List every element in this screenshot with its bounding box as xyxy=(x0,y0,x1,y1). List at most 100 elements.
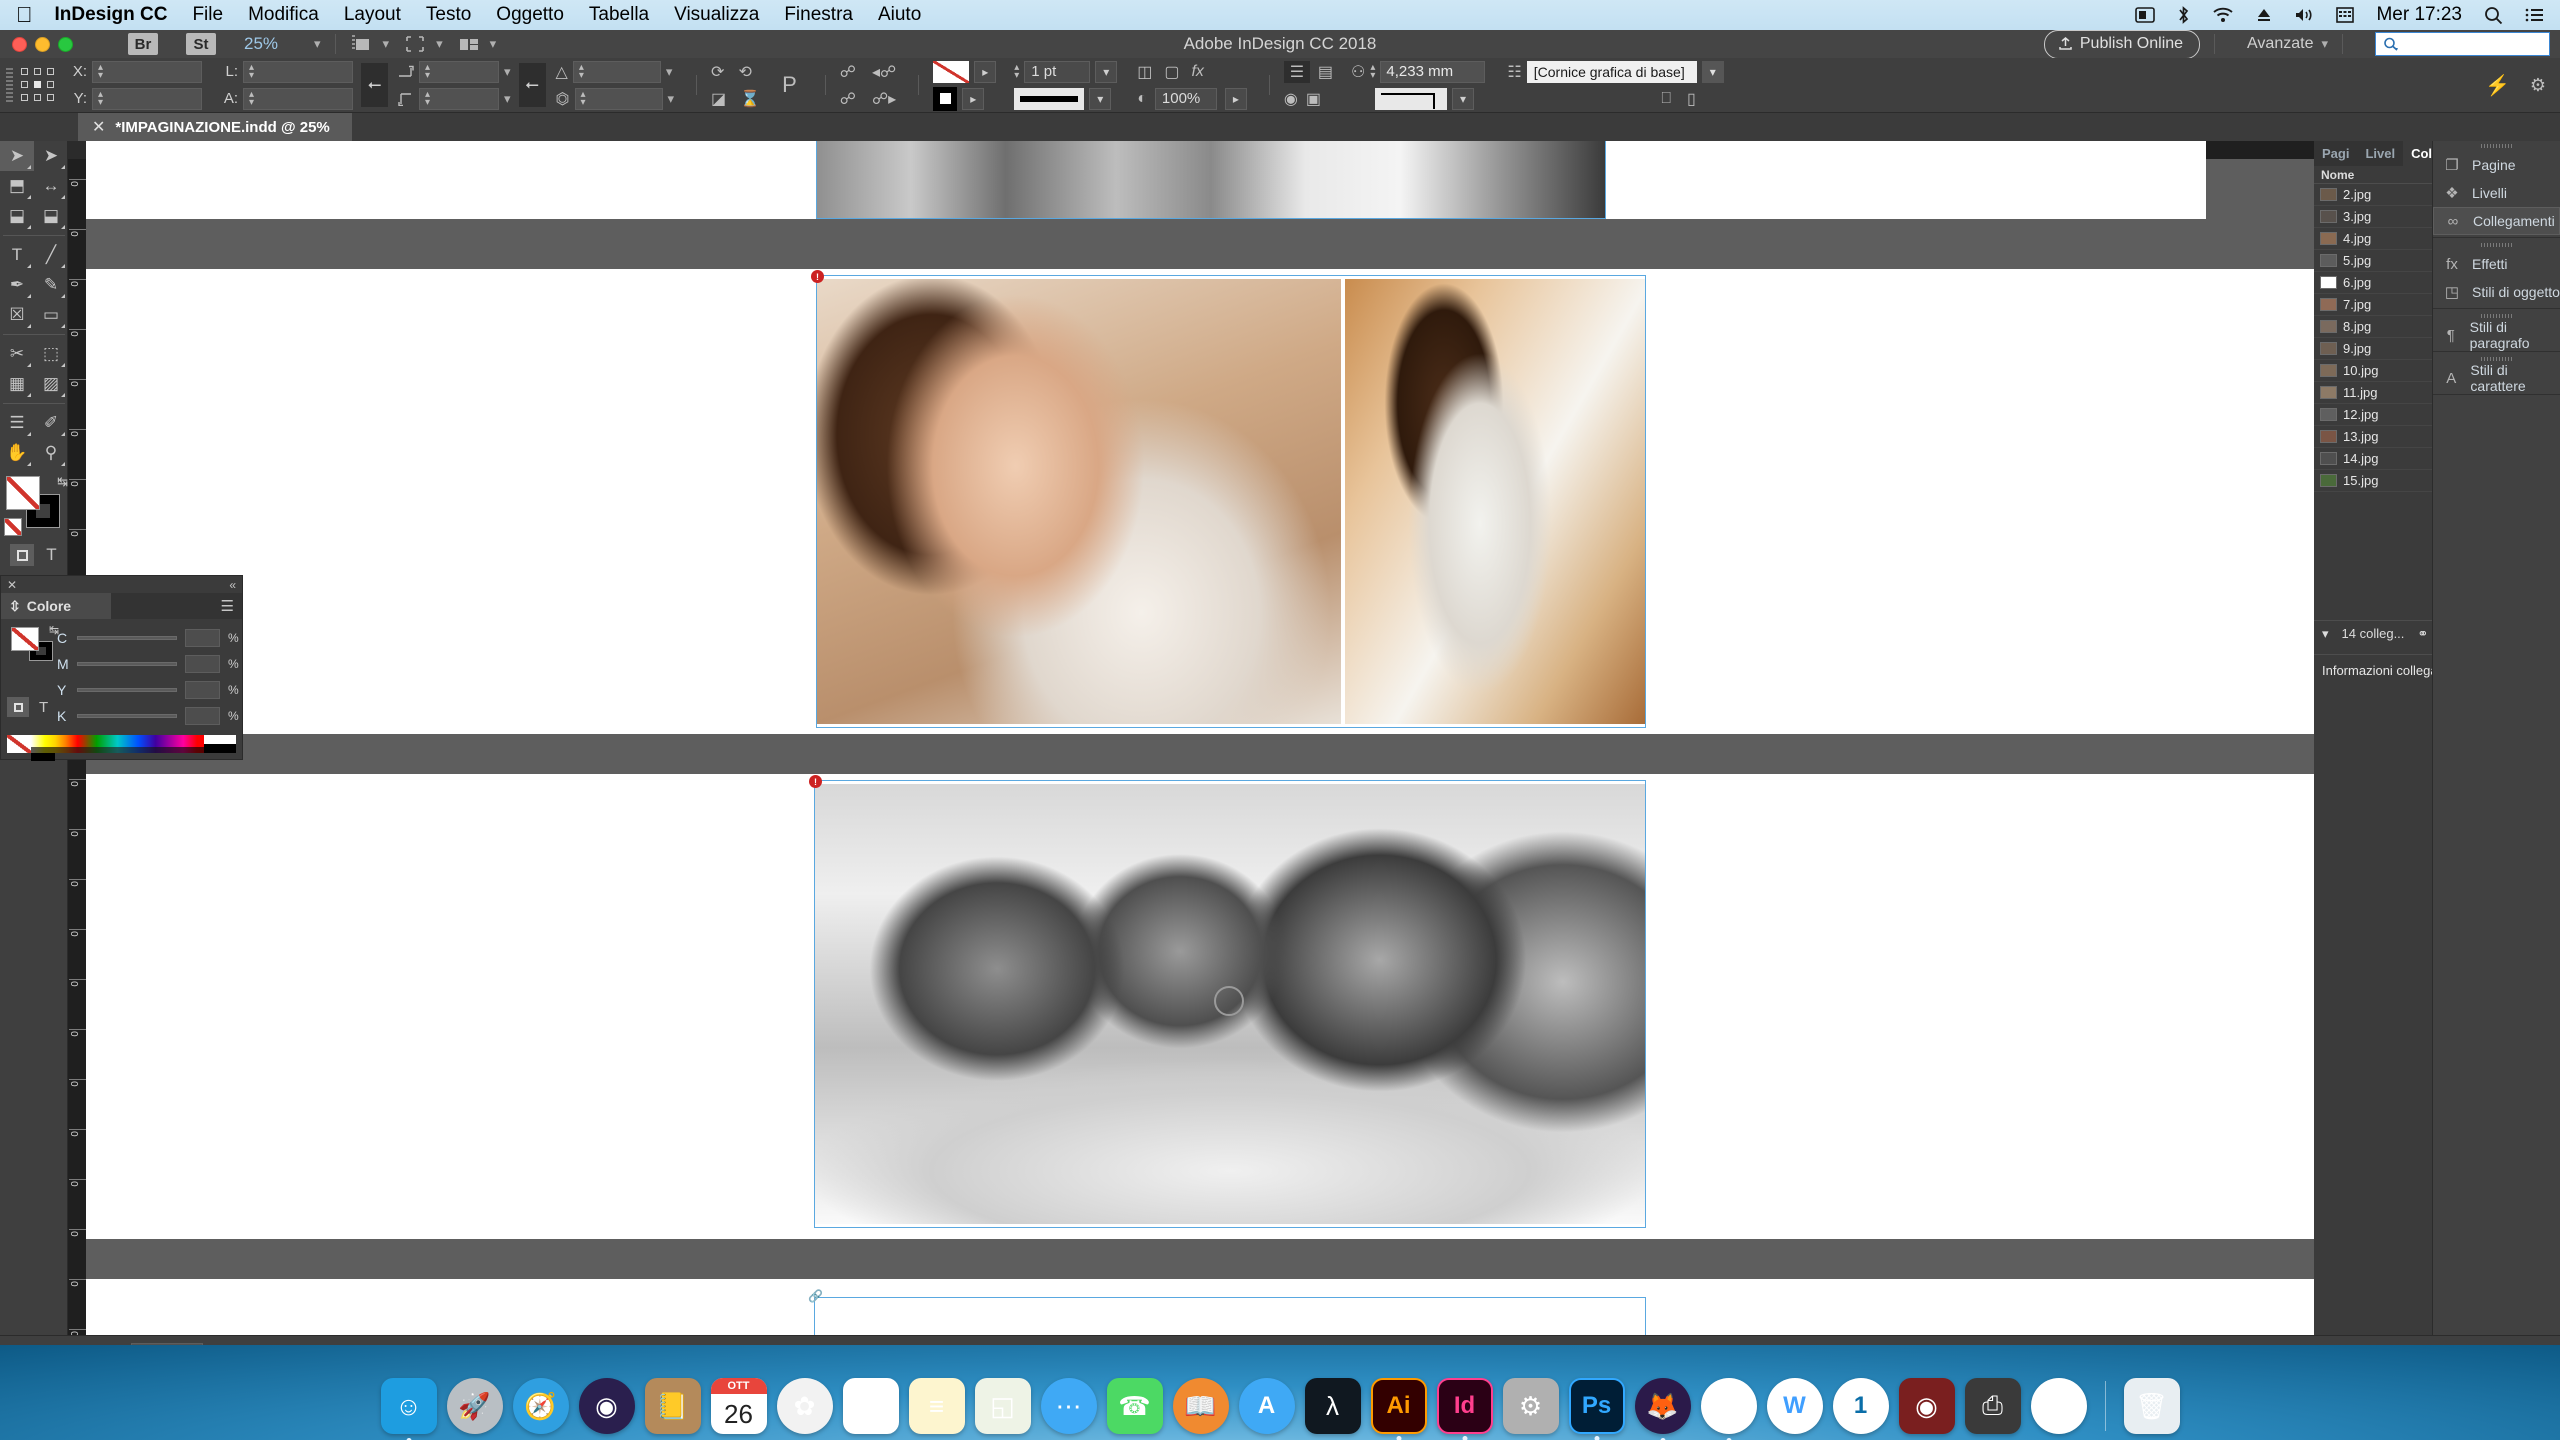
document-tab[interactable]: ✕ *IMPAGINAZIONE.indd @ 25% xyxy=(78,113,352,141)
selection-box-portraits[interactable] xyxy=(816,275,1646,728)
object-style-icon[interactable]: ☷ xyxy=(1507,62,1521,82)
menu-layout[interactable]: Layout xyxy=(344,4,401,26)
arrange-documents-icon[interactable]: ▾ xyxy=(457,34,496,54)
y-field[interactable]: ▴ ▾ xyxy=(92,87,202,110)
color-slider-y[interactable]: Y% xyxy=(57,677,239,703)
formatting-affects-container-icon[interactable] xyxy=(10,544,35,566)
input-source-icon[interactable] xyxy=(2336,7,2355,23)
spinner-icon[interactable]: ▴ ▾ xyxy=(249,89,254,107)
spinner-icon[interactable]: ▴ ▾ xyxy=(98,89,103,107)
dock-icon-finder[interactable]: ☺ xyxy=(380,1378,437,1440)
formatting-affects-text-icon[interactable]: T xyxy=(46,545,56,565)
scale-y-dropdown-icon[interactable]: ▾ xyxy=(504,91,511,107)
chevron-down-icon[interactable]: ▾ xyxy=(2322,626,2329,642)
color-slider-track[interactable] xyxy=(77,714,177,718)
dock-icon-reminders[interactable]: ☰ xyxy=(842,1378,899,1434)
control-bar-grip[interactable] xyxy=(6,68,13,102)
object-style-dropdown[interactable]: ▾ xyxy=(1701,60,1724,83)
gradient-feather-tool[interactable]: ▨ xyxy=(34,369,68,399)
content-placer-tool[interactable]: ⬓ xyxy=(34,201,68,231)
document-canvas[interactable]: 7006506005505004504003503002502001501005… xyxy=(68,141,2314,1335)
distribute-icon[interactable]: ▯ xyxy=(1687,89,1696,109)
menu-file[interactable]: File xyxy=(192,4,223,26)
menu-clock[interactable]: Mer 17:23 xyxy=(2376,4,2462,26)
stroke-none-swatch[interactable] xyxy=(933,60,970,83)
effects-fx-icon[interactable]: fx xyxy=(1191,63,1203,81)
flip-vertical-icon[interactable]: ⌛ xyxy=(740,89,760,109)
dock-icon-launchpad[interactable]: 🚀 xyxy=(446,1378,503,1434)
line-tool[interactable]: ╱ xyxy=(34,240,68,270)
dock-icon-notes[interactable]: ≡ xyxy=(908,1378,965,1434)
content-grabber-icon[interactable] xyxy=(1214,986,1244,1016)
stroke-style-dropdown[interactable]: ▾ xyxy=(1089,87,1112,110)
shear-dropdown-icon[interactable]: ▾ xyxy=(668,91,675,107)
dock-icon-contacts[interactable]: 📒 xyxy=(644,1378,701,1434)
selection-box-empty[interactable] xyxy=(814,1297,1646,1335)
dock-icon-facetime[interactable]: ☎ xyxy=(1106,1378,1163,1434)
spread-portraits[interactable]: ! xyxy=(86,269,2314,734)
spinner-icon[interactable]: ▴ ▾ xyxy=(1370,62,1375,80)
rectangle-tool[interactable]: ▭ xyxy=(34,300,68,330)
panel-group-grip[interactable] xyxy=(2433,141,2560,151)
collapse-panel-icon[interactable]: « xyxy=(229,578,236,592)
close-icon[interactable]: ✕ xyxy=(92,117,105,137)
tab-livelli[interactable]: Livel xyxy=(2357,141,2403,166)
text-wrap-contour-icon[interactable]: ▣ xyxy=(1306,89,1321,109)
window-controls[interactable] xyxy=(12,36,73,52)
page-tool[interactable]: ⬒ xyxy=(0,171,34,201)
ruler-origin-corner[interactable] xyxy=(68,141,86,159)
preflight-lightning-icon[interactable]: ⚡ xyxy=(2485,73,2510,98)
dock-icon-firefox[interactable]: 🦊 xyxy=(1634,1378,1691,1440)
dock-icon-indesign[interactable]: Id xyxy=(1436,1378,1493,1440)
panel-dock-item-effetti[interactable]: fx Effetti xyxy=(2433,250,2560,278)
color-slider-track[interactable] xyxy=(77,636,177,640)
quick-apply-icon[interactable]: ⎕ xyxy=(1661,90,1671,108)
fill-none-swatch[interactable] xyxy=(11,627,39,651)
select-child-icon[interactable]: ☍ xyxy=(840,89,856,109)
opacity-field[interactable]: 100% xyxy=(1154,87,1217,110)
fill-stroke-proxy[interactable]: ↹ xyxy=(4,474,68,536)
panel-group-grip[interactable] xyxy=(2433,240,2560,250)
text-wrap-object-icon[interactable]: ▤ xyxy=(1318,62,1333,82)
fill-none-swatch[interactable] xyxy=(6,476,40,510)
color-slider-track[interactable] xyxy=(77,662,177,666)
selection-tool[interactable]: ➤ xyxy=(0,141,34,171)
spinner-icon[interactable]: ▴ ▾ xyxy=(98,62,103,80)
corner-shape-dropdown[interactable]: ▾ xyxy=(1452,87,1475,110)
close-window-button[interactable] xyxy=(12,36,27,52)
search-input[interactable] xyxy=(2375,32,2550,56)
scale-x-field[interactable]: ▴ ▾ xyxy=(419,60,499,83)
select-container-icon[interactable]: P xyxy=(782,72,797,98)
dock-icon-itunes[interactable]: ♫ xyxy=(1700,1378,1757,1440)
spinner-icon[interactable]: ▴ ▾ xyxy=(1014,62,1019,80)
link-badge-icon[interactable]: 🔗 xyxy=(808,1289,823,1303)
stroke-weight-dropdown[interactable]: ▾ xyxy=(1095,60,1118,83)
publish-online-button[interactable]: Publish Online xyxy=(2043,29,2201,59)
shear-field[interactable]: ▴ ▾ xyxy=(574,87,663,110)
height-field[interactable]: ▴ ▾ xyxy=(243,87,353,110)
dock-icon-maps[interactable]: ◱ xyxy=(974,1378,1031,1434)
text-wrap-none-icon[interactable]: ☰ xyxy=(1283,60,1310,83)
workspace-switcher[interactable]: Avanzate ▾ xyxy=(2247,35,2328,53)
menu-aiuto[interactable]: Aiuto xyxy=(878,4,921,26)
white-black-swatch[interactable] xyxy=(204,735,236,753)
width-field[interactable]: ▴ ▾ xyxy=(243,60,353,83)
volume-icon[interactable] xyxy=(2294,7,2314,23)
dock-icon-safari[interactable]: 🧭 xyxy=(512,1378,569,1434)
dock-icon-messages[interactable]: ⋯ xyxy=(1040,1378,1097,1434)
eject-icon[interactable] xyxy=(2256,7,2272,23)
eyedropper-tool[interactable]: ✐ xyxy=(34,408,68,438)
wifi-icon[interactable] xyxy=(2212,7,2234,23)
maximize-window-button[interactable] xyxy=(58,36,73,52)
select-next-object-icon[interactable]: ☍▸ xyxy=(872,89,896,109)
panel-dock-item-stili-di-carattere[interactable]: A Stili di carattere xyxy=(2433,362,2560,394)
frame-tool[interactable]: ☒ xyxy=(0,300,34,330)
panel-dock-item-pagine[interactable]: ❐ Pagine xyxy=(2433,151,2560,179)
color-slider-k[interactable]: K% xyxy=(57,703,239,729)
dock-icon-illustrator[interactable]: Ai xyxy=(1370,1378,1427,1440)
dock-icon-calendar[interactable]: OTT 26 xyxy=(710,1378,767,1434)
corner-options-icon[interactable]: ◫ xyxy=(1137,62,1152,82)
close-icon[interactable]: ✕ xyxy=(7,578,17,592)
canvas-scroll-area[interactable]: ! ! 🔗 xyxy=(86,141,2314,1335)
rotate-clockwise-icon[interactable]: ⟳ xyxy=(711,62,724,82)
